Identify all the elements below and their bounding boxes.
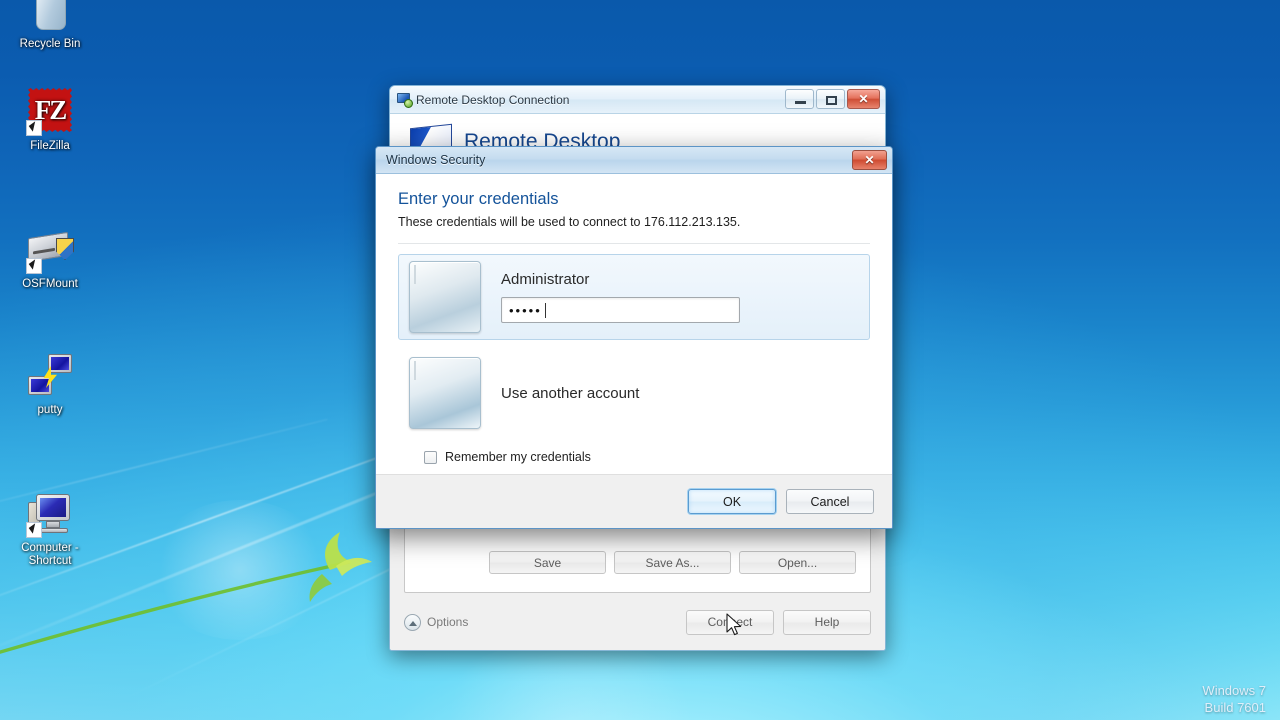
remember-credentials-checkbox[interactable]: [424, 450, 437, 464]
remote-desktop-icon: [397, 92, 413, 108]
watermark-line-2: Build 7601: [1204, 700, 1266, 715]
options-label: Options: [427, 615, 469, 629]
desktop-icon-recycle-bin[interactable]: Recycle Bin: [4, 0, 96, 51]
chevron-up-icon: [404, 613, 421, 631]
account-tile-use-another-account[interactable]: Use another account: [398, 350, 870, 436]
open-button[interactable]: Open...: [739, 551, 856, 574]
close-button[interactable]: ✕: [852, 150, 887, 170]
close-icon: ✕: [864, 153, 875, 167]
security-dialog-content: Enter your credentials These credentials…: [376, 174, 892, 484]
rdc-window-title: Remote Desktop Connection: [416, 92, 570, 107]
remember-credentials-row[interactable]: Remember my credentials: [424, 450, 870, 464]
close-button[interactable]: ✕: [847, 89, 880, 109]
close-icon: ✕: [858, 92, 869, 106]
recycle-bin-icon: [26, 0, 74, 34]
desktop-icon-putty[interactable]: putty: [4, 352, 96, 417]
connect-button[interactable]: Connect: [686, 609, 774, 635]
account-name: Administrator: [501, 271, 590, 288]
desktop-icon-label: FileZilla: [30, 140, 70, 152]
windows-security-dialog[interactable]: Windows Security ✕ Enter your credential…: [375, 146, 893, 529]
options-toggle-button[interactable]: Options: [404, 613, 469, 631]
wallpaper-glow: [150, 500, 330, 640]
ok-button[interactable]: OK: [688, 489, 776, 514]
desktop-icon-osfmount[interactable]: OSFMount: [4, 226, 96, 291]
filezilla-icon: FZ: [26, 88, 74, 136]
putty-icon: [26, 352, 74, 400]
save-button[interactable]: Save: [489, 551, 606, 574]
desktop-icon-label: OSFMount: [22, 278, 78, 290]
rdc-footer-buttons: Connect Help: [686, 609, 871, 635]
account-tile-administrator[interactable]: Administrator •••••: [398, 254, 870, 340]
shortcut-arrow-icon: [26, 258, 42, 274]
blank-avatar: [409, 357, 481, 429]
desktop-icon-label: Computer - Shortcut: [21, 542, 79, 567]
shortcut-arrow-icon: [26, 522, 42, 538]
desktop-icon-label: putty: [37, 404, 63, 416]
password-input[interactable]: •••••: [501, 297, 740, 323]
security-dialog-footer: OK Cancel: [376, 474, 892, 528]
desktop-icon-label: Recycle Bin: [19, 38, 81, 50]
windows-version-watermark: Windows 7 Build 7601: [1202, 682, 1266, 716]
divider: [398, 243, 870, 244]
maximize-button[interactable]: [816, 89, 845, 109]
rdc-titlebar[interactable]: Remote Desktop Connection ✕: [390, 86, 885, 114]
save-as-button[interactable]: Save As...: [614, 551, 731, 574]
remember-credentials-label: Remember my credentials: [445, 450, 591, 464]
dialog-subtext: These credentials will be used to connec…: [398, 215, 741, 229]
cancel-button[interactable]: Cancel: [786, 489, 874, 514]
rdc-connection-file-buttons: Save Save As... Open...: [489, 551, 856, 574]
security-dialog-title: Windows Security: [386, 153, 486, 167]
minimize-button[interactable]: [785, 89, 814, 109]
account-name: Use another account: [501, 384, 640, 402]
user-avatar: [409, 261, 481, 333]
password-masked-value: •••••: [509, 302, 542, 318]
rdc-footer: Options Connect Help: [390, 593, 885, 650]
computer-icon: [26, 490, 74, 538]
desktop-icon-filezilla[interactable]: FZ FileZilla: [4, 86, 96, 153]
dialog-heading: Enter your credentials: [398, 190, 559, 208]
text-caret: [544, 302, 546, 318]
shortcut-arrow-icon: [26, 120, 42, 136]
desktop[interactable]: Recycle Bin FZ FileZilla OSFMount putty: [0, 0, 1280, 720]
help-button[interactable]: Help: [783, 609, 871, 635]
desktop-icon-computer-shortcut[interactable]: Computer - Shortcut: [0, 490, 100, 568]
osfmount-icon: [26, 226, 74, 274]
window-controls: ✕: [785, 89, 880, 109]
wallpaper-glow: [420, 640, 720, 720]
security-dialog-titlebar[interactable]: Windows Security ✕: [376, 147, 892, 174]
watermark-line-1: Windows 7: [1202, 683, 1266, 698]
